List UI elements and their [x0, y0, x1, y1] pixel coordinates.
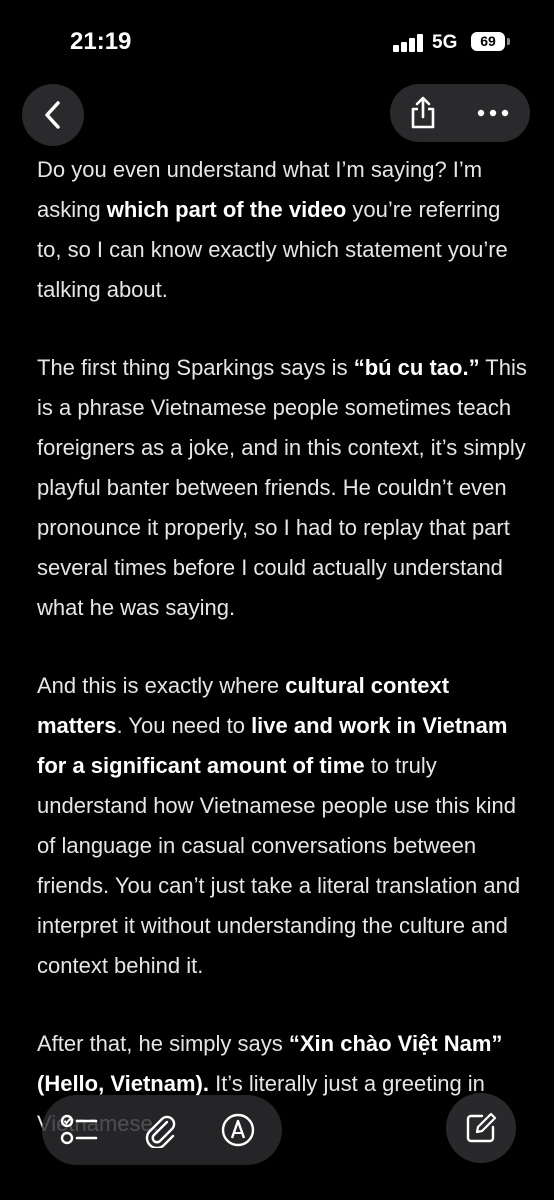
paperclip-icon: [145, 1115, 176, 1148]
status-time: 21:19: [70, 28, 132, 55]
share-icon: [411, 96, 435, 129]
status-bar: 21:19 5G 69: [0, 0, 554, 80]
compose-button[interactable]: [446, 1093, 516, 1163]
battery-icon: 69: [471, 32, 505, 51]
compose-icon: [466, 1112, 497, 1143]
chevron-left-icon: [45, 101, 60, 129]
bold-text: “bú cu tao.”: [353, 355, 480, 380]
signal-icon: [393, 34, 425, 52]
text-run: And this is exactly where: [37, 673, 286, 698]
more-button[interactable]: [472, 92, 514, 134]
attach-button[interactable]: [136, 1106, 184, 1154]
pen-circle-icon: [221, 1113, 255, 1147]
bold-text: which part of the video: [106, 197, 347, 222]
markup-button[interactable]: [214, 1106, 262, 1154]
note-body[interactable]: Do you even understand what I’m saying? …: [37, 150, 527, 1182]
share-button[interactable]: [402, 92, 444, 134]
checklist-button[interactable]: [56, 1106, 104, 1154]
text-run: This is a phrase Vietnamese people somet…: [37, 355, 527, 620]
paragraph-2: The first thing Sparkings says is “bú cu…: [37, 348, 527, 628]
text-run: to truly understand how Vietnamese peopl…: [37, 753, 521, 978]
network-label: 5G: [432, 32, 458, 53]
nav-actions: [390, 84, 530, 142]
back-button[interactable]: [22, 84, 84, 146]
text-run: The first thing Sparkings says is: [37, 355, 354, 380]
paragraph-3: And this is exactly where cultural conte…: [37, 666, 527, 986]
paragraph-1: Do you even understand what I’m saying? …: [37, 150, 527, 310]
text-run: . You need to: [116, 713, 252, 738]
text-run: After that, he simply says: [37, 1031, 289, 1056]
battery-tip: [507, 38, 510, 45]
bottom-toolbar: [42, 1095, 282, 1165]
checklist-icon: [60, 1114, 98, 1145]
ellipsis-icon: [477, 109, 509, 117]
